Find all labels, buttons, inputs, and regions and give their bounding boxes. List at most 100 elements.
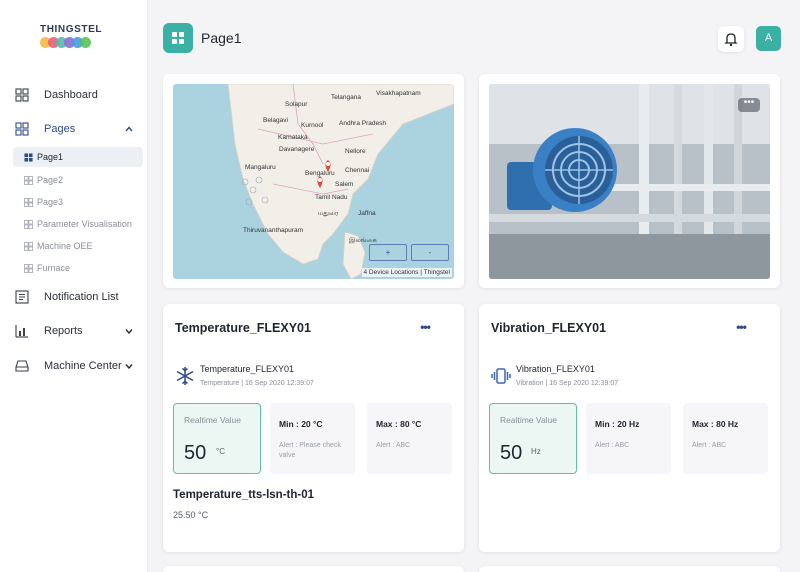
chevron-down-icon[interactable] — [124, 326, 134, 336]
map-label: Bengaluru — [305, 170, 335, 177]
sidebar-item-dashboard[interactable]: Dashboard — [0, 83, 148, 107]
max-value-box: Max : 80 °C Alert : ABC — [367, 403, 452, 474]
max-value-box: Max : 80 Hz Alert : ABC — [683, 403, 768, 474]
widget-title: Temperature_FLEXY01 — [175, 321, 311, 335]
grid-icon — [15, 122, 29, 136]
map-marker-dot — [326, 162, 330, 166]
grid-icon — [24, 242, 33, 251]
secondary-sensor-value: 25.50 °C — [173, 510, 209, 520]
sidebar-subitem-label: Page1 — [37, 152, 64, 162]
sidebar-item-machine-center[interactable]: Machine Center — [0, 354, 148, 378]
sidebar-subitem-label: Page3 — [37, 197, 64, 207]
bell-icon — [724, 33, 738, 47]
map-zoom-in-button[interactable]: + — [369, 244, 407, 261]
sidebar-item-pages[interactable]: Pages — [0, 117, 148, 141]
map-label: Karnataka — [278, 134, 308, 141]
logo-dots — [40, 37, 102, 48]
logo-text: THINGSTEL — [40, 24, 103, 35]
more-options-button[interactable]: ••• — [415, 321, 435, 336]
sensor-meta: Vibration | 16 Sep 2020 12:39:07 — [516, 380, 619, 387]
sidebar-subitem-label: Machine OEE — [37, 241, 93, 251]
map-label: Chennai — [345, 167, 370, 174]
map-label: Jaffna — [358, 210, 376, 217]
map-label: Davanagere — [279, 146, 315, 153]
sidebar-item-label: Reports — [44, 325, 83, 337]
map-label: Nellore — [345, 148, 366, 155]
map-label: Andhra Pradesh — [339, 120, 386, 127]
max-label: Max : 80 Hz — [692, 419, 739, 429]
sidebar-subitem-label: Parameter Visualisation — [37, 219, 132, 229]
grid-icon — [24, 153, 33, 162]
realtime-value: 50 — [500, 442, 523, 464]
list-icon — [15, 290, 29, 304]
min-alert: Alert : Please check valve — [279, 442, 341, 459]
grid-icon — [24, 198, 33, 207]
machine-photo: ••• — [489, 84, 770, 279]
sidebar: THINGSTEL Dashboard Pages Page1 Page2 Pa… — [0, 0, 148, 572]
sidebar-item-label: Dashboard — [44, 89, 98, 101]
grid-icon — [172, 32, 184, 44]
map-marker-dot — [318, 178, 322, 182]
sidebar-item-label: Machine Center — [44, 360, 122, 372]
map-card: Solapur Telangana Visakhapatnam Belagavi… — [163, 74, 464, 288]
min-label: Min : 20 Hz — [595, 419, 640, 429]
map-zoom-out-button[interactable]: - — [411, 244, 449, 261]
map-label: Thiruvananthapuram — [243, 227, 303, 234]
sidebar-item-reports[interactable]: Reports — [0, 319, 148, 343]
sidebar-subitem-machine-oee[interactable]: Machine OEE — [13, 236, 143, 256]
sidebar-subitem-page1[interactable]: Page1 — [13, 147, 143, 167]
notifications-button[interactable] — [718, 26, 744, 52]
min-value-box: Min : 20 Hz Alert : ABC — [586, 403, 671, 474]
realtime-value: 50 — [184, 442, 207, 464]
grid-icon — [15, 88, 29, 102]
sidebar-item-label: Notification List — [44, 291, 119, 303]
sensor-meta: Temperature | 16 Sep 2020 12:39:07 — [200, 380, 314, 387]
bar-chart-icon — [15, 325, 28, 338]
snowflake-icon — [176, 367, 194, 385]
page-icon — [163, 23, 193, 53]
max-label: Max : 80 °C — [376, 419, 422, 429]
sidebar-subitem-page3[interactable]: Page3 — [13, 192, 143, 212]
machine-photo-card: ••• — [479, 74, 780, 288]
sidebar-item-notification-list[interactable]: Notification List — [0, 285, 148, 309]
min-label: Min : 20 °C — [279, 419, 323, 429]
max-alert: Alert : ABC — [376, 442, 411, 449]
map-label: Telangana — [331, 94, 361, 101]
realtime-unit: °C — [216, 447, 225, 456]
next-card-partial — [163, 566, 464, 572]
temperature-widget-card: Temperature_FLEXY01 ••• Temperature_FLEX… — [163, 304, 464, 552]
chevron-down-icon[interactable] — [124, 361, 134, 371]
realtime-value-box: Realtime Value 50 Hz — [489, 403, 577, 474]
sidebar-subitem-parameter-visualisation[interactable]: Parameter Visualisation — [13, 214, 143, 234]
max-alert: Alert : ABC — [692, 442, 727, 449]
realtime-label: Realtime Value — [184, 415, 242, 425]
map-label: Solapur — [285, 101, 308, 108]
min-value-box: Min : 20 °C Alert : Please check valve — [270, 403, 355, 474]
secondary-sensor-title: Temperature_tts-lsn-th-01 — [173, 489, 315, 501]
thingstel-logo[interactable]: THINGSTEL — [40, 24, 102, 50]
device-map[interactable]: Solapur Telangana Visakhapatnam Belagavi… — [173, 84, 454, 279]
photo-more-button[interactable]: ••• — [738, 98, 760, 112]
map-attribution[interactable]: 4 Device Locations | Thingstel — [361, 268, 452, 277]
chevron-up-icon[interactable] — [124, 124, 134, 134]
sidebar-subitem-furnace[interactable]: Furnace — [13, 258, 143, 278]
vibration-widget-card: Vibration_FLEXY01 ••• Vibration_FLEXY01 … — [479, 304, 780, 552]
avatar[interactable]: A — [756, 26, 781, 51]
map-label: Visakhapatnam — [376, 90, 421, 97]
grid-icon — [24, 176, 33, 185]
sidebar-item-label: Pages — [44, 123, 76, 135]
next-card-partial — [479, 566, 780, 572]
map-label: Belagavi — [263, 117, 288, 124]
grid-icon — [24, 264, 33, 273]
realtime-unit: Hz — [531, 447, 541, 456]
tray-icon — [15, 360, 29, 372]
machine-photo-image — [489, 84, 770, 279]
sidebar-subitem-page2[interactable]: Page2 — [13, 170, 143, 190]
map-label: Salem — [335, 181, 354, 188]
realtime-value-box: Realtime Value 50 °C — [173, 403, 261, 474]
sidebar-subitem-label: Page2 — [37, 175, 64, 185]
map-label: மதுரை — [318, 210, 339, 217]
map-label: Kurnool — [301, 122, 324, 129]
more-options-button[interactable]: ••• — [731, 321, 751, 336]
sensor-name: Vibration_FLEXY01 — [516, 364, 595, 374]
